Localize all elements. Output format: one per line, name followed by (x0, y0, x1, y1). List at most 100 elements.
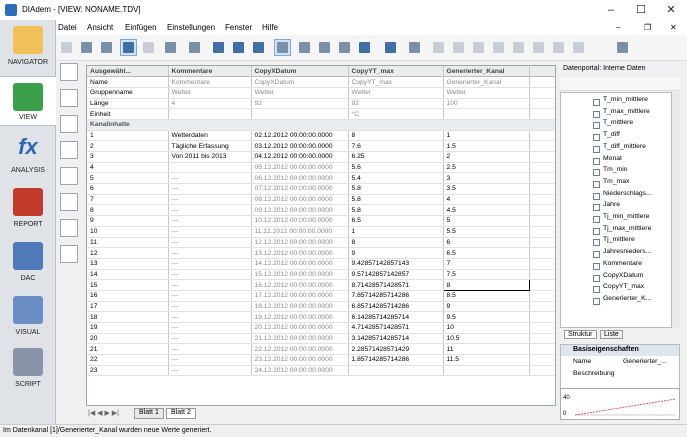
table-row[interactable]: 10 --- 11.12.2012 00:00:00.0000 1 5.5 (87, 226, 555, 238)
nav-dac[interactable]: DAC (0, 236, 56, 286)
table-cell[interactable]: --- (168, 322, 252, 334)
open-icon[interactable] (78, 39, 95, 56)
table-cell[interactable]: 3.14285714285714 (348, 333, 444, 345)
property-value[interactable]: 92 (251, 98, 349, 110)
portal-channel-item[interactable]: T_diff_mittlere (561, 142, 671, 154)
table-cell[interactable]: --- (168, 343, 252, 356)
table-cell[interactable]: 11.5 (443, 354, 530, 366)
table-cell[interactable]: 2.28571428571429 (348, 343, 444, 356)
portal-channel-item[interactable]: Tj_max_mittlere (561, 224, 671, 236)
table-cell[interactable]: Wetterdaten (168, 130, 252, 142)
table-row[interactable]: 16 --- 17.12.2012 00:00:00.0000 7.857142857… (87, 290, 555, 302)
portal-scrollbar[interactable] (672, 92, 680, 328)
table-cell[interactable]: 13.12.2012 00:00:00.0000 (251, 247, 349, 259)
table-cell[interactable]: 4 (87, 162, 169, 174)
nav-report[interactable]: REPORT (0, 182, 56, 232)
table-cell[interactable]: 09.12.2012 00:00:00.0000 (251, 204, 349, 217)
table-cell[interactable]: 8.5 (443, 290, 530, 302)
table-cell[interactable]: 06.12.2012 00:00:00.0000 (251, 172, 349, 185)
portal-channel-item[interactable]: T_diff (561, 130, 671, 142)
layout-3-icon[interactable] (250, 39, 267, 56)
portal-channel-item[interactable]: Jahresnieders... (561, 247, 671, 259)
close-icon[interactable]: ✕ (657, 0, 685, 20)
table-cell[interactable]: 5 (443, 215, 530, 227)
table-row[interactable]: 17 --- 18.12.2012 00:00:00.0000 6.857142857… (87, 301, 555, 313)
table-cell[interactable]: --- (168, 333, 252, 345)
table-cell[interactable]: --- (168, 183, 252, 195)
table-cell[interactable]: 19.12.2012 00:00:00.0000 (251, 311, 349, 323)
nav-analysis[interactable]: fx ANALYSIS (0, 128, 56, 178)
table-cell[interactable]: --- (168, 204, 252, 217)
table-cell[interactable]: 3 (87, 151, 169, 163)
portal-channel-item[interactable]: T_min_mittlere (561, 95, 671, 107)
property-value[interactable] (168, 108, 252, 120)
menu-ansicht[interactable]: Ansicht (87, 23, 113, 32)
column-header[interactable]: CopyXDatum (251, 66, 349, 78)
prop-name-value[interactable]: Generierter_... (623, 358, 667, 365)
table-cell[interactable]: 6.5 (443, 247, 530, 259)
grid-layout-icon[interactable] (60, 89, 78, 107)
menu-hilfe[interactable]: Hilfe (262, 23, 278, 32)
table-cell[interactable]: 16.12.2012 00:00:00.0000 (251, 279, 349, 291)
table-cell[interactable]: --- (168, 172, 252, 185)
table-cell[interactable]: 4.5 (443, 204, 530, 217)
table-cell[interactable]: 5.4 (348, 172, 444, 185)
table-cell[interactable]: --- (168, 301, 252, 313)
property-value[interactable]: Generierter_Kanal (443, 76, 530, 88)
rewind-icon[interactable] (470, 39, 487, 56)
portal-channel-item[interactable]: Tj_mittlere (561, 235, 671, 247)
table-cell[interactable] (348, 365, 444, 377)
table-cell[interactable]: --- (168, 269, 252, 281)
table-cell[interactable]: --- (168, 290, 252, 302)
table-cell[interactable]: 6.25 (348, 151, 444, 163)
table-cell[interactable]: 2.5 (443, 162, 530, 174)
table-cell[interactable]: 1 (443, 130, 530, 142)
nav-view[interactable]: VIEW (0, 76, 56, 126)
table-cell[interactable]: 21.12.2012 00:00:00.0000 (251, 333, 349, 345)
channel-table[interactable]: Ausgewähl... Kommentare CopyXDatum CopyY… (86, 65, 556, 406)
table-cell[interactable]: --- (168, 226, 252, 238)
table-cell[interactable]: 3.5 (443, 183, 530, 195)
rows-layout-icon[interactable] (60, 167, 78, 185)
portal-tree[interactable]: T_min_mittlere T_max_mittlere T_mittlere T_… (560, 92, 672, 328)
table-cell[interactable]: 15 (87, 279, 169, 291)
table-cell[interactable]: 5.5 (443, 226, 530, 238)
sheet-tab-blatt1[interactable]: Blatt 1 (134, 408, 164, 419)
table-cell[interactable]: --- (168, 194, 252, 206)
property-value[interactable]: Wetter (348, 87, 444, 99)
table-cell[interactable]: 14 (87, 269, 169, 281)
portal-channel-item[interactable]: Tm_max (561, 177, 671, 189)
print-icon[interactable] (162, 39, 179, 56)
pause-icon[interactable] (530, 39, 547, 56)
table-cell[interactable]: 9.57142857142857 (348, 269, 444, 281)
menu-einstellungen[interactable]: Einstellungen (167, 23, 215, 32)
cursor-search-icon[interactable] (614, 39, 631, 56)
table-cell[interactable]: 16 (87, 290, 169, 302)
minimize-icon[interactable]: – (597, 0, 625, 20)
property-value[interactable]: CopyYT_max (348, 76, 444, 88)
table-cell[interactable]: 7.5 (443, 269, 530, 281)
single-layout-icon[interactable] (60, 141, 78, 159)
table-cell[interactable]: 15.12.2012 00:00:00.0000 (251, 269, 349, 281)
play-icon[interactable] (490, 39, 507, 56)
portal-channel-item[interactable]: CopyYT_max (561, 282, 671, 294)
table-cell[interactable]: 5 (87, 172, 169, 185)
table-cell[interactable]: --- (168, 279, 252, 291)
cursor-3-icon[interactable] (336, 39, 353, 56)
nav-script[interactable]: SCRIPT (0, 342, 56, 392)
table-cell[interactable]: 17.12.2012 00:00:00.0000 (251, 290, 349, 302)
table-cell[interactable]: 23.12.2012 00:00:00.0000 (251, 354, 349, 366)
property-value[interactable]: CopyXDatum (251, 76, 349, 88)
menu-fenster[interactable]: Fenster (225, 23, 252, 32)
table-cell[interactable]: 14.12.2012 00:00:00.0000 (251, 258, 349, 270)
tab-liste[interactable]: Liste (600, 330, 623, 339)
hand-icon[interactable] (140, 39, 157, 56)
table-cell[interactable] (443, 365, 530, 377)
table-cell[interactable]: 9 (348, 247, 444, 259)
table-cell[interactable]: 4 (443, 194, 530, 206)
layout-2-icon[interactable] (230, 39, 247, 56)
table-cell[interactable]: 18 (87, 311, 169, 323)
table-cell[interactable]: 8 (348, 130, 444, 142)
band-cursor-icon[interactable] (356, 39, 373, 56)
table-row[interactable]: 20 --- 21.12.2012 00:00:00.0000 3.142857142… (87, 333, 555, 345)
